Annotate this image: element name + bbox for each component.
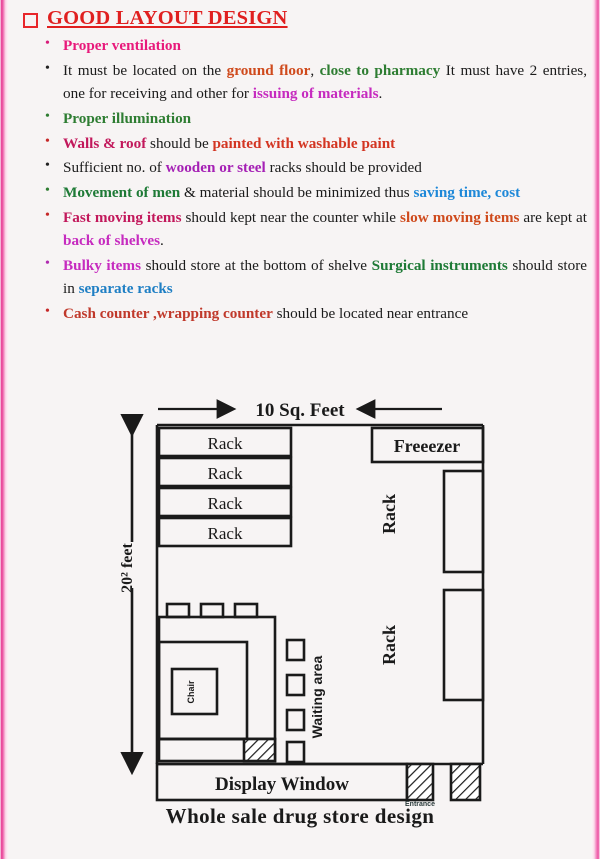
bullet-segment: wooden or steel <box>165 159 266 177</box>
door-hatch-entrance-a <box>405 762 435 802</box>
bullet-segment: racks should be provided <box>265 159 422 177</box>
title-bullet-icon <box>23 13 38 28</box>
page-title: GOOD LAYOUT DESIGN <box>47 7 288 29</box>
bullet-item-bulky-items: Bulky items should store at the bottom o… <box>43 253 587 301</box>
bullet-segment: Sufficient no. of <box>63 159 166 177</box>
bullet-segment: Walls & roof <box>63 134 147 152</box>
bullet-segment: issuing of materials <box>252 85 379 103</box>
bullet-item-fast-slow-moving-items: Fast moving items should kept near the c… <box>43 205 587 253</box>
bullet-segment: Surgical instruments <box>371 256 508 274</box>
bullet-segment: back of shelves <box>63 232 161 250</box>
bullet-item-cash-counter: Cash counter ,wrapping counter should be… <box>43 301 587 325</box>
waiting-area-label: Waiting area <box>309 655 325 738</box>
bullet-segment: Cash counter ,wrapping counter <box>63 304 273 322</box>
bullet-segment: should kept near the counter while <box>181 208 401 226</box>
rack-label-vertical-upper: Rack <box>379 494 399 534</box>
bullet-segment: saving time, cost <box>413 184 521 202</box>
bullet-segment: separate racks <box>78 280 173 298</box>
floor-plan-svg: 10 Sq. Feet 20² feet Rack Rack Rack Rack… <box>119 399 485 807</box>
title-row: GOOD LAYOUT DESIGN <box>13 0 587 30</box>
bullet-item-proper-ventilation: Proper ventilation <box>43 33 587 57</box>
width-dimension-label: 10 Sq. Feet <box>255 400 345 421</box>
diagram-caption: Whole sale drug store design <box>165 804 435 828</box>
height-dimension-label: 20² feet <box>119 543 136 593</box>
rack-label-vertical-lower: Rack <box>379 625 399 665</box>
bullet-list: Proper ventilation It must be located on … <box>13 33 587 325</box>
bullet-item-walls-and-roof: Walls & roof should be painted with wash… <box>43 131 587 155</box>
bullet-segment: Fast moving items <box>63 208 182 226</box>
bullet-item-proper-illumination: Proper illumination <box>43 106 587 130</box>
bullet-item-sufficient-racks: Sufficient no. of wooden or steel racks … <box>43 155 587 179</box>
slide-page: GOOD LAYOUT DESIGN Proper ventilation It … <box>0 0 600 859</box>
door-hatch-inner <box>242 737 277 763</box>
chair-label: Chair <box>186 680 196 704</box>
bullet-segment: Proper ventilation <box>63 37 181 55</box>
bullet-segment: Bulky items <box>63 256 141 274</box>
door-hatch-entrance-b <box>449 762 482 802</box>
freezer-label: Freeezer <box>394 436 461 456</box>
rack-label-horizontal: Rack <box>208 524 243 543</box>
floor-plan-diagram: 10 Sq. Feet 20² feet Rack Rack Rack Rack… <box>0 392 600 859</box>
bullet-item-ground-floor-location: It must be located on the ground floor, … <box>43 58 587 106</box>
bullet-segment: It must be located on the <box>63 61 227 79</box>
bullet-segment: are kept at <box>519 208 587 226</box>
bullet-segment: Movement of men <box>63 184 181 202</box>
text-content: GOOD LAYOUT DESIGN Proper ventilation It … <box>13 0 587 327</box>
bullet-item-movement-of-men: Movement of men & material should be min… <box>43 180 587 204</box>
rack-label-horizontal: Rack <box>208 434 243 453</box>
bullet-segment: should be located near entrance <box>272 304 469 322</box>
bullet-segment: . <box>160 232 164 250</box>
bullet-segment: Proper illumination <box>63 109 192 127</box>
display-window-label: Display Window <box>215 774 349 795</box>
bullet-segment: , <box>310 61 320 79</box>
bullet-segment: painted with washable paint <box>212 134 396 152</box>
bullet-segment: . <box>378 85 383 103</box>
bullet-segment: & material should be minimized thus <box>180 184 414 202</box>
bullet-segment: should store at the bottom of shelve <box>141 256 372 274</box>
bullet-segment: slow moving items <box>400 208 520 226</box>
bullet-segment: should be <box>146 134 213 152</box>
rack-label-horizontal: Rack <box>208 494 243 513</box>
bullet-segment: ground floor <box>226 61 311 79</box>
rack-label-horizontal: Rack <box>208 464 243 483</box>
bullet-segment: close to pharmacy <box>319 61 441 79</box>
